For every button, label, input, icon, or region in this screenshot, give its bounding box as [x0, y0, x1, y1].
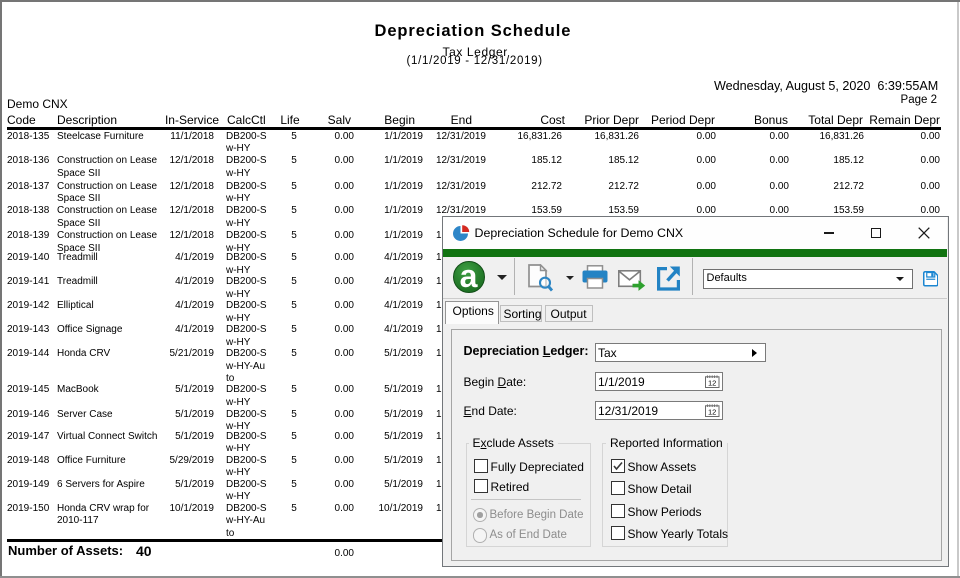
svg-text:12: 12 [708, 379, 716, 388]
svg-text:12: 12 [708, 408, 716, 417]
